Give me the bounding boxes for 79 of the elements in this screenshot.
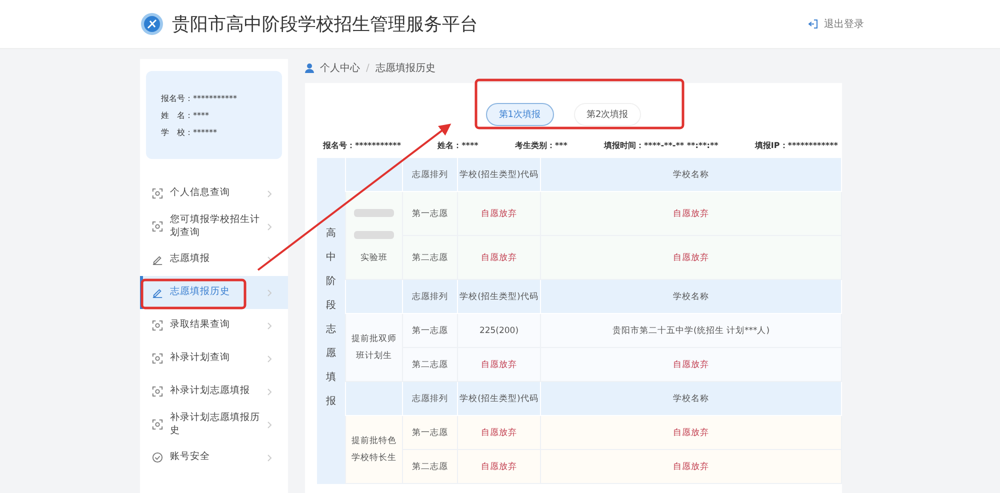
profile-field: 学 校：******: [161, 126, 282, 138]
menu-item[interactable]: 补录计划志愿填报历史: [140, 408, 288, 441]
info-field: 报名号：***********: [323, 140, 402, 151]
header-cell: 学校(招生类型)代码: [458, 280, 540, 314]
menu-item[interactable]: 您可填报学校招生计划查询: [140, 210, 288, 243]
chevron-right-icon: [267, 454, 272, 462]
table-cell: 第一志愿: [402, 192, 458, 236]
scan-icon: [152, 386, 163, 397]
header-cell: 学校(招生类型)代码: [458, 158, 540, 192]
table-cell: 第二志愿: [402, 450, 458, 484]
table-cell: 自愿放弃: [458, 416, 540, 450]
chevron-right-icon: [267, 420, 272, 428]
table-cell: 自愿放弃: [458, 236, 540, 280]
group-cell: 提前批特色学校特长生: [346, 416, 402, 484]
table-cell: 自愿放弃: [540, 236, 842, 280]
breadcrumb-link[interactable]: 个人中心: [320, 61, 360, 75]
group-cell: 提前批双师班计划生: [346, 314, 402, 382]
scan-icon: [152, 221, 163, 232]
table-cell: 自愿放弃: [458, 450, 540, 484]
breadcrumb-current: 志愿填报历史: [375, 62, 436, 75]
header-cell: 学校名称: [540, 382, 842, 416]
pencil-icon: [152, 254, 163, 265]
header-cell: 学校(招生类型)代码: [458, 382, 540, 416]
table-cell: 自愿放弃: [458, 348, 540, 382]
table-cell: 自愿放弃: [540, 192, 842, 236]
menu-item[interactable]: 个人信息查询: [140, 177, 288, 210]
info-field: 填报时间：****-**-** **:**:**: [604, 140, 718, 151]
table-cell: 自愿放弃: [540, 450, 842, 484]
menu-item[interactable]: 志愿填报: [140, 243, 288, 276]
info-field: 考生类别：***: [514, 140, 568, 151]
breadcrumb-separator: /: [366, 62, 370, 74]
table-cell: 第一志愿: [402, 416, 458, 450]
section-cell: 高中阶段志愿填报: [317, 158, 346, 484]
menu-item[interactable]: 账号安全: [140, 441, 288, 474]
scan-icon: [152, 188, 163, 199]
redacted-text: [354, 209, 394, 218]
info-field: 填报IP：************: [754, 140, 838, 151]
logo-icon: [140, 12, 164, 36]
tab[interactable]: 第1次填报: [486, 103, 554, 126]
header-cell: 学校名称: [540, 158, 842, 192]
table-cell: 自愿放弃: [540, 348, 842, 382]
chevron-right-icon: [267, 322, 272, 330]
user-icon: [305, 63, 314, 73]
header-cell: 学校名称: [540, 280, 842, 314]
header-cell: [346, 280, 402, 314]
header-cell: 志愿排列: [402, 382, 458, 416]
header-cell: 志愿排列: [402, 280, 458, 314]
scan-icon: [152, 353, 163, 364]
profile-field: 报名号：***********: [161, 92, 282, 104]
logout-icon: [808, 19, 818, 29]
table-cell: 第一志愿: [402, 314, 458, 348]
table-cell: 第二志愿: [402, 348, 458, 382]
chevron-right-icon: [267, 288, 272, 296]
table-cell: 第二志愿: [402, 236, 458, 280]
chevron-right-icon: [267, 190, 272, 198]
header-cell: 志愿排列: [402, 158, 458, 192]
scan-icon: [152, 320, 163, 331]
table-cell: 225(200): [458, 314, 540, 348]
site-title: 贵阳市高中阶段学校招生管理服务平台: [172, 13, 478, 36]
table-cell: 自愿放弃: [540, 416, 842, 450]
chevron-right-icon: [267, 388, 272, 396]
header-cell: [346, 158, 402, 192]
group-cell: 实验班: [346, 192, 402, 280]
info-field: 姓名：****: [438, 140, 478, 151]
logout-link[interactable]: 退出登录: [808, 17, 864, 31]
chevron-right-icon: [267, 354, 272, 362]
redacted-text: [354, 231, 394, 240]
scan-icon: [152, 419, 163, 430]
profile-field: 姓 名：****: [161, 110, 282, 120]
menu-item[interactable]: 录取结果查询: [140, 309, 288, 342]
pencil-icon: [152, 287, 163, 298]
chevron-right-icon: [267, 222, 272, 230]
shield-icon: [152, 452, 163, 463]
menu-item[interactable]: 补录计划志愿填报: [140, 375, 288, 408]
tab[interactable]: 第2次填报: [574, 103, 642, 126]
header-cell: [346, 382, 402, 416]
menu-item[interactable]: 补录计划查询: [140, 342, 288, 375]
table-cell: 自愿放弃: [458, 192, 540, 236]
table-cell: 贵阳市第二十五中学(统招生 计划***人): [540, 314, 842, 348]
